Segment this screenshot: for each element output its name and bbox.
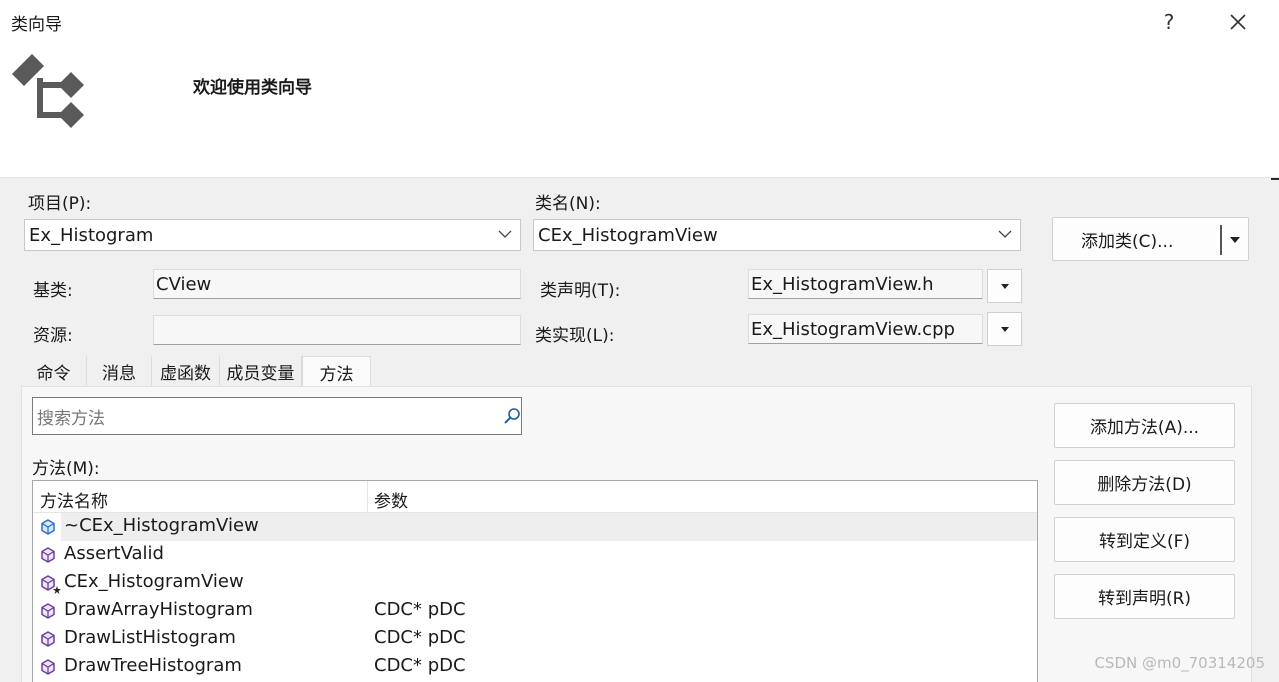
delete-method-button[interactable]: 删除方法(D) (1054, 460, 1235, 505)
implementation-label: 类实现(L): (535, 326, 615, 346)
list-header: 方法名称 参数 (33, 481, 1037, 513)
method-icon (41, 519, 55, 535)
method-params: CDC* pDC (374, 655, 466, 676)
add-class-button[interactable]: 添加类(C)... (1052, 217, 1249, 261)
dropdown-arrow-icon (1000, 326, 1009, 332)
star-overlay-icon (53, 586, 61, 594)
method-name: DrawListHistogram (64, 627, 236, 648)
method-name: ~CEx_HistogramView (64, 515, 259, 536)
list-item[interactable]: AssertValid (33, 541, 1037, 569)
chevron-down-icon (498, 230, 512, 238)
list-item[interactable]: CEx_HistogramView (33, 569, 1037, 597)
dropdown-arrow-icon[interactable] (1230, 237, 1240, 243)
column-divider[interactable] (367, 481, 368, 513)
tab-messages[interactable]: 消息 (87, 356, 152, 386)
add-class-label: 添加类(C)... (1081, 231, 1174, 252)
close-icon (1230, 14, 1246, 30)
resource-label: 资源: (33, 326, 73, 346)
add-method-button[interactable]: 添加方法(A)... (1054, 403, 1235, 448)
goto-declaration-button[interactable]: 转到声明(R) (1054, 574, 1235, 619)
declaration-field[interactable]: Ex_HistogramView.h (748, 269, 983, 299)
search-icon[interactable] (503, 407, 521, 425)
close-button[interactable] (1220, 6, 1256, 38)
tab-methods[interactable]: 方法 (302, 356, 371, 387)
implementation-field[interactable]: Ex_HistogramView.cpp (748, 314, 983, 344)
search-input[interactable]: 搜索方法 (37, 404, 105, 429)
class-wizard-icon (12, 54, 84, 128)
method-name: AssertValid (64, 543, 164, 564)
base-class-field: CView (153, 269, 521, 299)
methods-list[interactable]: 方法名称 参数 ~CEx_HistogramView AssertValid C… (32, 480, 1038, 682)
help-button[interactable]: ? (1151, 6, 1187, 38)
chevron-down-icon (998, 230, 1012, 238)
method-name: DrawArrayHistogram (64, 599, 253, 620)
list-item[interactable]: DrawListHistogram CDC* pDC (33, 625, 1037, 653)
tab-member-variables[interactable]: 成员变量 (220, 356, 302, 386)
declaration-menu-button[interactable] (987, 269, 1022, 303)
list-item[interactable]: DrawArrayHistogram CDC* pDC (33, 597, 1037, 625)
method-name: DrawTreeHistogram (64, 655, 242, 676)
method-params: CDC* pDC (374, 627, 466, 648)
list-item[interactable]: ~CEx_HistogramView (33, 513, 1037, 541)
project-value: Ex_Histogram (29, 224, 154, 246)
wizard-header: 类向导 ? 欢迎使用类向导 (0, 0, 1279, 178)
dropdown-arrow-icon (1000, 283, 1009, 289)
project-label: 项目(P): (28, 194, 92, 214)
tab-virtual-functions[interactable]: 虚函数 (152, 356, 220, 386)
watermark: CSDN @m0_70314205 (1094, 654, 1265, 672)
resource-field (153, 315, 521, 345)
project-combo[interactable]: Ex_Histogram (24, 219, 521, 251)
method-icon (41, 603, 55, 619)
method-icon (41, 659, 55, 675)
column-header-params[interactable]: 参数 (374, 487, 408, 512)
implementation-menu-button[interactable] (987, 312, 1022, 346)
method-params: CDC* pDC (374, 599, 466, 620)
declaration-label: 类声明(T): (540, 281, 621, 301)
window-title: 类向导 (11, 15, 62, 35)
method-name: CEx_HistogramView (64, 571, 244, 592)
classname-label: 类名(N): (535, 194, 601, 214)
method-icon (41, 547, 55, 563)
list-item[interactable]: DrawTreeHistogram CDC* pDC (33, 653, 1037, 681)
welcome-title: 欢迎使用类向导 (193, 78, 312, 98)
classname-value: CEx_HistogramView (538, 224, 718, 246)
methods-list-label: 方法(M): (32, 459, 100, 479)
classname-combo[interactable]: CEx_HistogramView (533, 219, 1021, 251)
method-icon (41, 631, 55, 647)
tab-commands[interactable]: 命令 (21, 356, 87, 386)
column-header-name[interactable]: 方法名称 (40, 487, 108, 512)
split-divider (1220, 225, 1222, 255)
base-class-label: 基类: (33, 281, 73, 301)
goto-definition-button[interactable]: 转到定义(F) (1054, 517, 1235, 562)
search-box[interactable]: 搜索方法 (32, 397, 522, 435)
